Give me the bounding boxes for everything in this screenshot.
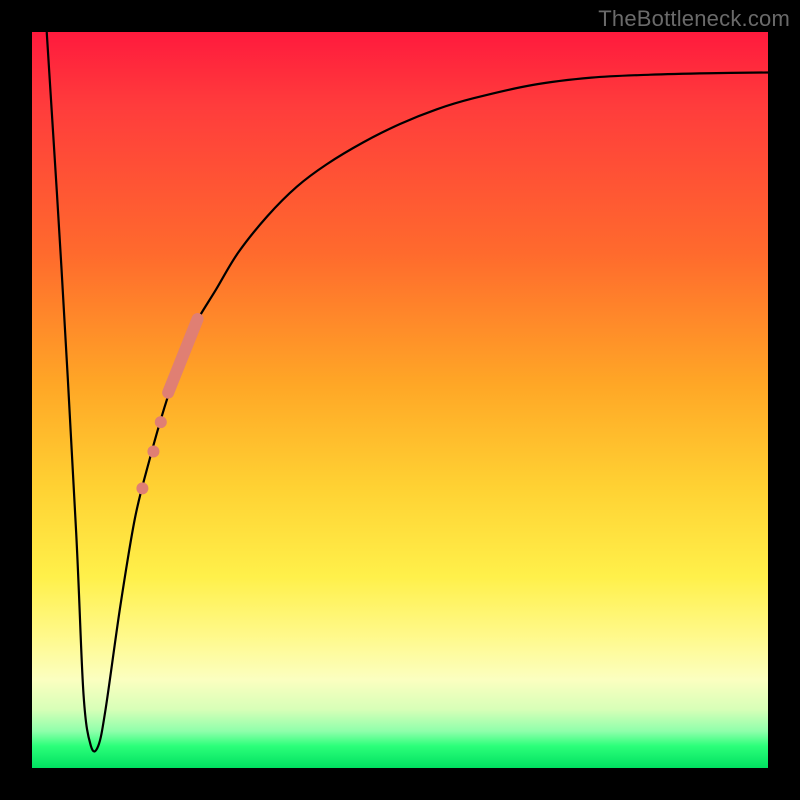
highlight-dot	[136, 482, 148, 494]
curve-svg	[32, 32, 768, 768]
highlight-dots	[136, 416, 166, 494]
highlight-segment	[168, 319, 197, 393]
watermark-text: TheBottleneck.com	[598, 6, 790, 32]
chart-container: TheBottleneck.com	[0, 0, 800, 800]
highlight-dot	[155, 416, 167, 428]
bottleneck-curve-line	[47, 32, 768, 751]
plot-area	[32, 32, 768, 768]
highlight-dot	[147, 446, 159, 458]
